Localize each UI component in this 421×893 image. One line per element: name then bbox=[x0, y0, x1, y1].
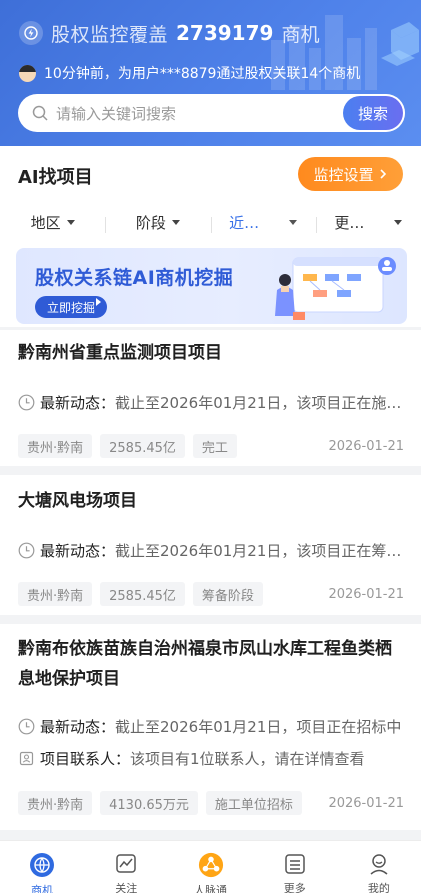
dropdown-arrow-icon bbox=[394, 219, 403, 225]
profile-icon bbox=[366, 852, 392, 876]
nav-label: 关注 bbox=[115, 882, 138, 893]
nav-item-network[interactable]: 人脉通 bbox=[168, 841, 252, 893]
filter-more[interactable]: 更… bbox=[315, 212, 421, 233]
project-card[interactable]: 黔南布依族苗族自治州福泉市凤山水库工程鱼类栖息地保护项目 最新动态： 截止至20… bbox=[0, 624, 421, 830]
clock-icon bbox=[18, 718, 35, 734]
nav-label: 我的 bbox=[367, 882, 390, 893]
coverage-suffix: 商机 bbox=[281, 23, 320, 46]
publish-date: 2026-01-21 bbox=[328, 795, 404, 811]
play-arrow-icon bbox=[96, 298, 102, 306]
header-hero: 股权监控覆盖 2739179 商机 10分钟前，为用户***8879通过股权关联… bbox=[0, 0, 421, 146]
nav-label: 更多 bbox=[283, 882, 306, 893]
contact-label: 项目联系人： bbox=[40, 749, 131, 768]
filter-more-label: 更… bbox=[334, 213, 365, 232]
filter-stage[interactable]: 阶段 bbox=[105, 212, 210, 233]
amount-tag: 2585.45亿 bbox=[100, 582, 185, 606]
ai-project-section: AI找项目 监控设置 地区 阶段 近… 更… bbox=[0, 146, 421, 243]
banner-container: 股权关系链AI商机挖掘 立即挖掘 bbox=[0, 243, 421, 327]
monitor-settings-label: 监控设置 bbox=[313, 165, 374, 184]
search-input[interactable]: 请输入关键词搜索 bbox=[56, 103, 343, 124]
clock-icon bbox=[18, 394, 35, 410]
search-button[interactable]: 搜索 bbox=[343, 96, 403, 130]
contact-text: 该项目有1位联系人，请在详情查看 bbox=[130, 749, 365, 768]
stage-tag: 施工单位招标 bbox=[205, 791, 302, 815]
dropdown-arrow-icon bbox=[171, 219, 180, 225]
nav-label: 商机 bbox=[31, 884, 54, 893]
nav-item-follow[interactable]: 关注 bbox=[84, 841, 168, 893]
update-label: 最新动态： bbox=[40, 717, 116, 736]
ai-mining-banner[interactable]: 股权关系链AI商机挖掘 立即挖掘 bbox=[16, 248, 407, 324]
stage-tag: 筹备阶段 bbox=[192, 582, 263, 606]
follow-chart-icon bbox=[113, 852, 139, 876]
nav-item-business[interactable]: 商机 bbox=[0, 841, 84, 893]
bottom-nav: 商机 关注 人脉通 更多 我的 bbox=[0, 840, 421, 893]
tag-row: 贵州·黔南 4130.65万元 施工单位招标 2026-01-21 bbox=[18, 791, 404, 815]
tag-row: 贵州·黔南 2585.45亿 完工 2026-01-21 bbox=[18, 434, 404, 458]
filter-stage-label: 阶段 bbox=[135, 213, 166, 232]
ticker-text: 10分钟前，为用户***8879通过股权关联14个商机 bbox=[44, 66, 361, 82]
region-tag: 贵州·黔南 bbox=[18, 582, 93, 606]
contact-row: 项目联系人： 该项目有1位联系人，请在详情查看 bbox=[18, 746, 404, 770]
banner-illustration bbox=[275, 257, 396, 320]
user-avatar bbox=[19, 64, 36, 82]
clock-icon bbox=[18, 542, 35, 558]
lightning-icon bbox=[19, 21, 43, 45]
more-list-icon bbox=[282, 852, 308, 876]
nav-item-more[interactable]: 更多 bbox=[253, 841, 337, 893]
section-title: AI找项目 bbox=[18, 167, 93, 188]
filter-bar: 地区 阶段 近… 更… bbox=[0, 208, 421, 236]
publish-date: 2026-01-21 bbox=[328, 438, 404, 454]
project-title: 大塘风电场项目 bbox=[18, 491, 137, 511]
dropdown-arrow-icon bbox=[289, 219, 298, 225]
network-icon bbox=[198, 852, 224, 878]
contact-card-icon bbox=[19, 751, 34, 765]
filter-recent-label: 近… bbox=[229, 213, 260, 232]
coverage-prefix: 股权监控覆盖 bbox=[51, 23, 169, 46]
mine-now-label: 立即挖掘 bbox=[47, 300, 96, 315]
latest-update-row: 最新动态： 截止至2026年01月21日，项目正在招标中 bbox=[18, 714, 404, 738]
tag-row: 贵州·黔南 2585.45亿 筹备阶段 2026-01-21 bbox=[18, 582, 404, 606]
region-tag: 贵州·黔南 bbox=[18, 434, 93, 458]
business-icon bbox=[29, 852, 55, 878]
coverage-count: 2739179 bbox=[176, 21, 274, 45]
update-text: 截止至2026年01月21日，该项目正在筹备中 bbox=[115, 541, 404, 560]
chevron-right-icon bbox=[379, 169, 386, 179]
filter-recent[interactable]: 近… bbox=[210, 212, 316, 233]
project-title: 黔南布依族苗族自治州福泉市凤山水库工程鱼类栖息地保护项目 bbox=[18, 639, 392, 689]
project-card[interactable]: 大塘风电场项目 最新动态： 截止至2026年01月21日，该项目正在筹备中 贵州… bbox=[0, 475, 421, 615]
update-label: 最新动态： bbox=[40, 393, 116, 412]
region-tag: 贵州·黔南 bbox=[18, 791, 93, 815]
nav-label: 人脉通 bbox=[194, 884, 227, 893]
latest-update-row: 最新动态： 截止至2026年01月21日，该项目正在施工中 bbox=[18, 390, 404, 414]
coverage-title: 股权监控覆盖 2739179 商机 bbox=[19, 18, 319, 48]
project-card[interactable]: 黔南州省重点监测项目项目 最新动态： 截止至2026年01月21日，该项目正在施… bbox=[0, 330, 421, 466]
monitor-settings-button[interactable]: 监控设置 bbox=[298, 157, 403, 191]
latest-update-row: 最新动态： 截止至2026年01月21日，该项目正在筹备中 bbox=[18, 538, 404, 562]
amount-tag: 2585.45亿 bbox=[100, 434, 185, 458]
activity-ticker[interactable]: 10分钟前，为用户***8879通过股权关联14个商机 bbox=[19, 62, 360, 84]
update-text: 截止至2026年01月21日，该项目正在施工中 bbox=[115, 393, 404, 412]
amount-tag: 4130.65万元 bbox=[100, 791, 198, 815]
publish-date: 2026-01-21 bbox=[328, 586, 404, 602]
project-title: 黔南州省重点监测项目项目 bbox=[18, 343, 222, 363]
search-bar[interactable]: 请输入关键词搜索 搜索 bbox=[18, 94, 405, 132]
filter-region[interactable]: 地区 bbox=[0, 212, 105, 233]
banner-title: 股权关系链AI商机挖掘 bbox=[35, 267, 234, 289]
update-label: 最新动态： bbox=[40, 541, 116, 560]
filter-region-label: 地区 bbox=[30, 213, 61, 232]
stage-tag: 完工 bbox=[192, 434, 237, 458]
mine-now-button[interactable]: 立即挖掘 bbox=[35, 296, 108, 318]
search-icon bbox=[32, 105, 48, 121]
update-text: 截止至2026年01月21日，项目正在招标中 bbox=[115, 717, 402, 736]
nav-item-profile[interactable]: 我的 bbox=[337, 841, 421, 893]
dropdown-arrow-icon bbox=[66, 219, 75, 225]
